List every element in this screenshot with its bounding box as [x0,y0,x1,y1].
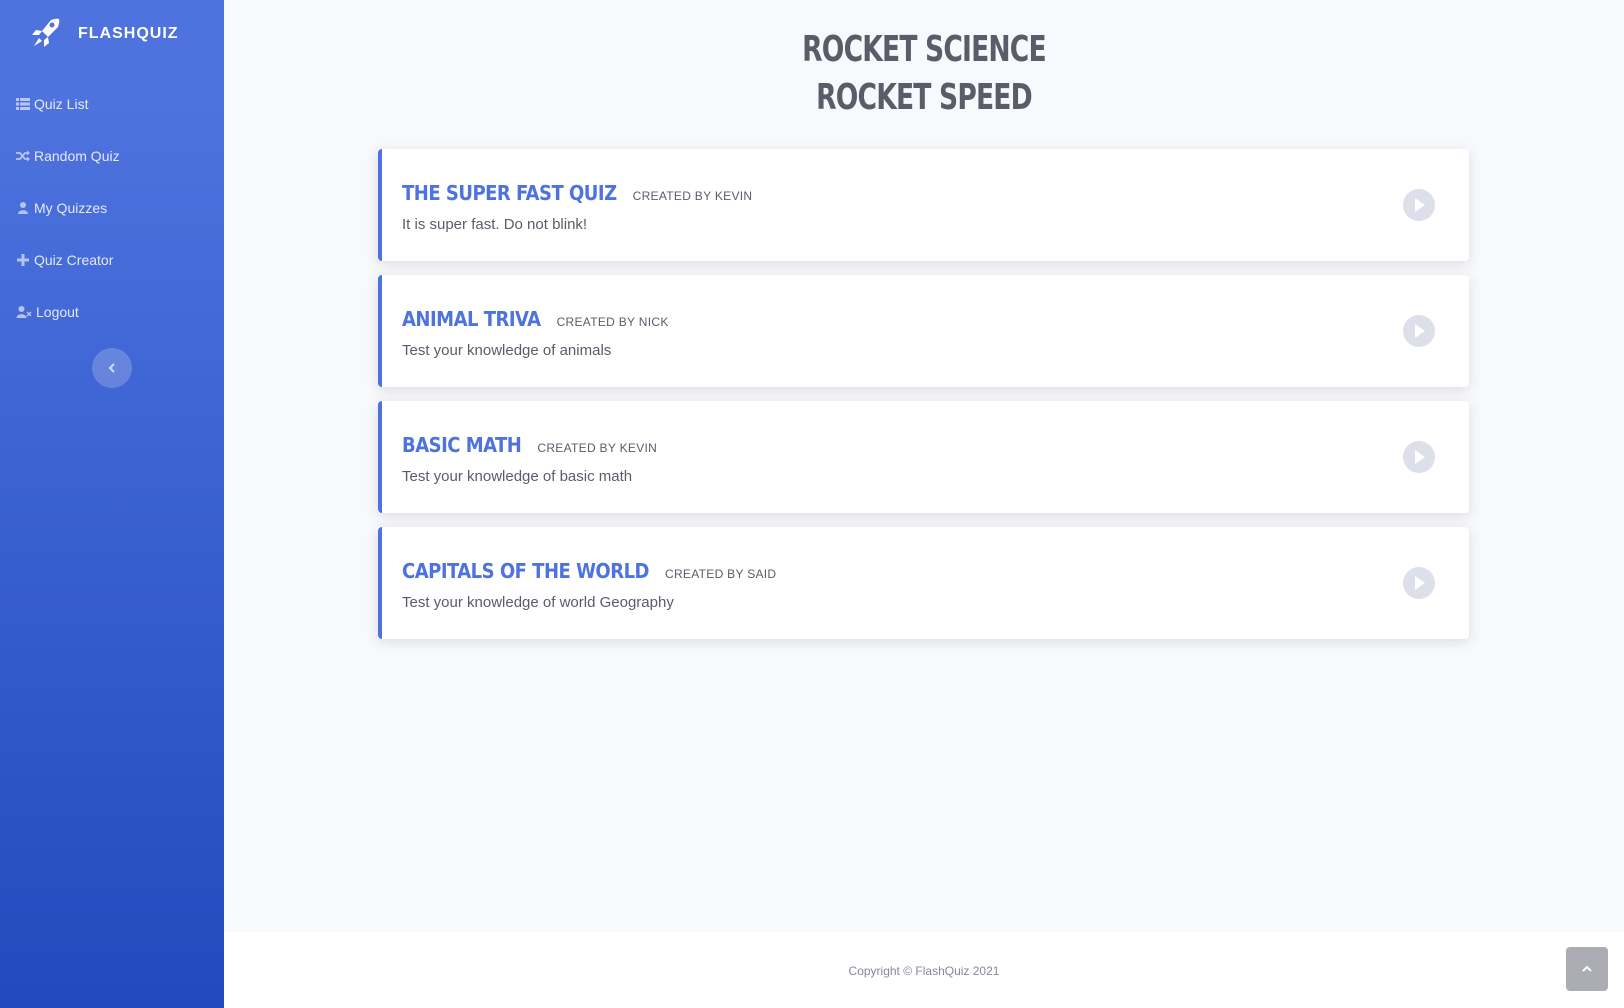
sidebar-item-random-quiz[interactable]: Random Quiz [0,130,224,182]
quiz-card[interactable]: BASIC MATH CREATED BY KEVIN Test your kn… [378,401,1469,513]
quiz-description: Test your knowledge of world Geography [402,594,674,611]
chevron-left-icon [108,363,115,373]
hero-line-1: ROCKET SCIENCE [802,29,1046,70]
sidebar-item-quiz-creator[interactable]: Quiz Creator [0,234,224,286]
user-times-icon [16,306,32,318]
play-icon [1415,450,1425,464]
quiz-title-row: THE SUPER FAST QUIZ CREATED BY KEVIN [402,181,752,205]
sidebar-item-label: Quiz List [34,96,89,112]
hero-line-2: ROCKET SPEED [816,77,1033,118]
play-quiz-button[interactable] [1403,315,1435,347]
quiz-card[interactable]: CAPITALS OF THE WORLD CREATED BY SAID Te… [378,527,1469,639]
sidebar-item-label: My Quizzes [34,200,108,216]
quiz-description: It is super fast. Do not blink! [402,216,588,233]
quiz-title-row: CAPITALS OF THE WORLD CREATED BY SAID [402,559,776,583]
sidebar-item-my-quizzes[interactable]: My Quizzes [0,182,224,234]
sidebar-item-logout[interactable]: Logout [0,286,224,338]
sidebar-item-label: Random Quiz [34,148,120,164]
sidebar-toggle-button[interactable] [92,348,132,388]
chevron-up-icon [1582,965,1592,972]
sidebar: FLASHQUIZ Quiz List Random Quiz My Quizz… [0,0,224,1008]
shuffle-icon [16,150,30,162]
quiz-author: CREATED BY SAID [664,567,777,581]
scroll-to-top-button[interactable] [1566,947,1608,991]
main-content: ROCKET SCIENCE ROCKET SPEED THE SUPER FA… [224,0,1624,932]
quiz-title-row: BASIC MATH CREATED BY KEVIN [402,433,657,457]
quiz-description: Test your knowledge of basic math [402,468,633,485]
sidebar-item-quiz-list[interactable]: Quiz List [0,78,224,130]
footer: Copyright © FlashQuiz 2021 [224,932,1624,1008]
play-quiz-button[interactable] [1403,189,1435,221]
quiz-author: CREATED BY KEVIN [632,189,753,203]
play-icon [1415,324,1425,338]
quiz-title: CAPITALS OF THE WORLD [402,559,649,583]
list-icon [16,98,30,110]
quiz-title-row: ANIMAL TRIVA CREATED BY NICK [402,307,669,331]
play-quiz-button[interactable] [1403,567,1435,599]
copyright-text: Copyright © FlashQuiz 2021 [848,964,1000,978]
quiz-author: CREATED BY NICK [556,315,669,329]
quiz-card[interactable]: THE SUPER FAST QUIZ CREATED BY KEVIN It … [378,149,1469,261]
quiz-description: Test your knowledge of animals [402,342,612,359]
brand-name: FLASHQUIZ [78,25,179,42]
play-quiz-button[interactable] [1403,441,1435,473]
quiz-title: ANIMAL TRIVA [402,307,541,331]
play-icon [1415,576,1425,590]
quiz-title: BASIC MATH [402,433,522,457]
sidebar-item-label: Quiz Creator [34,252,114,268]
rocket-icon [32,18,60,47]
quiz-title: THE SUPER FAST QUIZ [402,181,617,205]
user-icon [18,202,28,214]
quiz-author: CREATED BY KEVIN [537,441,658,455]
plus-icon [17,254,29,266]
play-icon [1415,198,1425,212]
brand-link[interactable]: FLASHQUIZ [0,0,224,68]
sidebar-item-label: Logout [36,304,79,320]
quiz-card[interactable]: ANIMAL TRIVA CREATED BY NICK Test your k… [378,275,1469,387]
sidebar-nav: Quiz List Random Quiz My Quizzes Quiz Cr… [0,78,224,338]
quiz-list: THE SUPER FAST QUIZ CREATED BY KEVIN It … [378,149,1469,653]
hero-heading: ROCKET SCIENCE ROCKET SPEED [350,0,1498,122]
